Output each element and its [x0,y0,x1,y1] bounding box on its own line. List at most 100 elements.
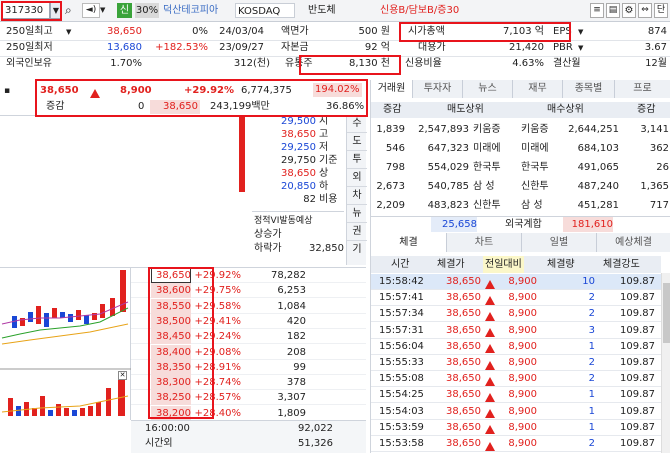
trade-row[interactable]: 15:56:04 38,650 8,900 1 109.87 [371,338,661,355]
quote-row[interactable]: 38,250 +28.57% 3,307 [131,390,366,406]
trade-row[interactable]: 15:53:59 38,650 8,900 1 109.87 [371,419,661,436]
turnover-rate: 36.86% [326,101,365,112]
scrollbar[interactable] [661,273,670,453]
bar-chart-icon[interactable]: ▪ [4,86,14,96]
sell-diff: 798 [385,162,405,173]
trade-row[interactable]: 15:57:34 38,650 8,900 2 109.87 [371,306,661,323]
tab-news[interactable]: 뉴스 [463,80,513,98]
dropdown-icon[interactable]: ▼ [578,25,583,39]
info-label: 250일최저 [6,42,53,53]
trade-row[interactable]: 15:55:33 38,650 8,900 2 109.87 [371,355,661,371]
info-value: 12월 [645,58,667,69]
info-label: 액면가 [281,26,309,37]
link-icon[interactable]: ⇔ [638,3,652,18]
buy-diff: 3,141 [640,124,669,135]
sell-volume: 554,029 [427,162,469,173]
tab-broker[interactable]: 거래원 [371,80,413,98]
broker-header: 증감 매도상위 매수상위 증감 [371,102,670,118]
trade-row[interactable]: 15:57:41 38,650 8,900 2 109.87 [371,290,661,307]
list-icon[interactable]: ≡ [590,3,604,18]
broker-row[interactable]: 798 554,029 한국투 한국투 491,065 26 [371,158,670,177]
trade-price: 38,650 [446,276,481,287]
tab-trades[interactable]: 체결 [371,233,447,252]
info-value: 3.67 [644,42,667,53]
trade-time: 15:57:31 [379,324,424,336]
tab-by-stock[interactable]: 종목별 [563,80,615,98]
close-icon[interactable]: ✕ [118,371,127,380]
trade-change: 8,900 [508,276,537,287]
broker-row[interactable]: 2,209 483,823 신한투 삼 성 451,281 717 [371,196,670,215]
trade-change: 8,900 [508,357,537,368]
quote-row[interactable]: 38,350 +28.91% 99 [131,359,366,375]
tab-program[interactable]: 프로 [615,80,670,98]
settings-icon[interactable]: ⚙ [622,3,636,18]
quote-row[interactable]: 38,200 +28.40% 1,809 [131,405,366,421]
dropdown-icon[interactable]: ▼ [66,25,71,39]
scrollbar-thumb[interactable] [663,283,670,343]
stock-name: 덕산테코피아 [163,5,219,16]
side-tab-buy[interactable]: 수 [347,115,367,133]
stock-code-input[interactable]: 317330 [2,2,50,19]
trade-row[interactable]: 15:54:03 38,650 8,900 1 109.87 [371,403,661,420]
broker-row[interactable]: 546 647,323 미래에 미래에 684,103 362 [371,139,670,158]
quote-row[interactable]: 38,450 +29.24% 182 [131,329,366,345]
quote-price: 38,300 [151,375,191,391]
single-button[interactable]: 단 [654,3,668,18]
quote-row[interactable]: 38,550 +29.58% 1,084 [131,298,366,314]
side-tab-other[interactable]: 기 [347,241,367,259]
tab-investor[interactable]: 투자자 [413,80,463,98]
col-diff-sell: 증감 [383,104,402,115]
broker-tabs: 거래원 투자자 뉴스 재무 종목별 프로 [371,80,670,98]
trade-row[interactable]: 15:55:08 38,650 8,900 2 109.87 [371,371,661,388]
trade-row[interactable]: 15:53:58 38,650 8,900 2 109.87 [371,436,661,452]
buy-volume: 451,281 [577,200,619,211]
trade-time: 15:54:03 [379,405,424,417]
quote-row[interactable]: 38,500 +29.41% 420 [131,313,366,329]
trade-strength: 109.87 [620,405,655,417]
quote-ladder: 38,650 +29.92% 78,282 38,600 +29.75% 6,253 38,… [131,267,366,421]
quote-row[interactable]: 38,300 +28.74% 378 [131,375,366,391]
tab-finance[interactable]: 재무 [513,80,563,98]
trade-time: 15:58:42 [379,276,424,287]
side-tab-news[interactable]: 뉴 [347,205,367,223]
side-tab-chart[interactable]: 차 [347,187,367,205]
info-date: 23/09/27 [219,42,264,53]
side-tab-sell[interactable]: 도 [347,133,367,151]
speaker-dropdown-button[interactable]: ▼ [100,3,110,18]
trade-time: 15:57:41 [379,292,424,304]
market-label: KOSDAQ [235,3,295,18]
quote-pct: +28.57% [194,392,241,404]
info-value: 874 [647,26,667,37]
code-dropdown-button[interactable]: ▼ [50,2,62,19]
side-tab-rights[interactable]: 권 [347,223,367,241]
info-value: 92 억 [364,42,390,53]
trade-row[interactable]: 15:57:31 38,650 8,900 3 109.87 [371,322,661,339]
quote-row[interactable]: 38,400 +29.08% 208 [131,344,366,360]
dropdown-icon[interactable]: ▼ [578,41,583,55]
trade-strength: 109.87 [620,324,655,336]
trade-row[interactable]: 15:58:42 38,650 8,900 10 109.87 [371,274,661,290]
memo-icon[interactable]: ▤ [606,3,620,18]
speaker-icon[interactable]: ◄) [82,3,100,18]
quote-row[interactable]: 38,600 +29.75% 6,253 [131,283,366,299]
trade-change: 8,900 [508,308,537,320]
trade-row[interactable]: 15:54:25 38,650 8,900 1 109.87 [371,387,661,404]
trade-time: 15:53:58 [379,438,424,449]
trade-qty: 3 [588,324,595,336]
search-icon[interactable]: ⌕ [65,3,79,18]
broker-row[interactable]: 1,839 2,547,893 키움증 키움증 2,644,251 3,141 [371,120,670,139]
trade-qty: 10 [582,276,595,287]
quote-price: 38,200 [151,405,191,421]
side-tab-foreign[interactable]: 외 [347,169,367,187]
quote-qty: 6,253 [277,285,306,297]
broker-row[interactable]: 2,673 540,785 삼 성 신한투 487,240 1,365 [371,177,670,196]
tab-expected[interactable]: 예상체결 [597,233,670,252]
info-label: 시가총액 [408,26,445,37]
trade-change: 8,900 [508,421,537,433]
quote-qty: 78,282 [271,270,306,281]
info-label: 대용가 [418,42,446,53]
side-tab-invest[interactable]: 투 [347,151,367,169]
summary-key: 저 [319,142,329,153]
tab-daily[interactable]: 일별 [522,233,597,252]
tab-chart[interactable]: 차트 [447,233,522,252]
